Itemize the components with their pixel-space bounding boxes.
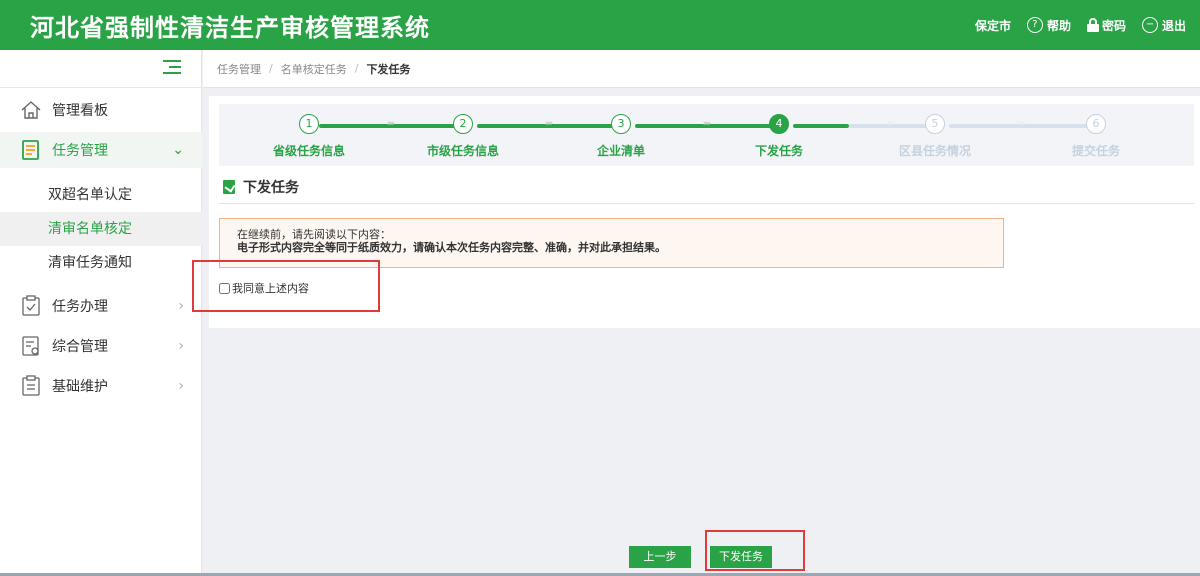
notice-statement: 电子形式内容完全等同于纸质效力，请确认本次任务内容完整、准确，并对此承担结果。: [237, 241, 666, 254]
submenu-item-dual-exceed[interactable]: 双超名单认定: [0, 178, 202, 212]
breadcrumb: 任务管理 / 名单核定任务 / 下发任务: [203, 50, 1200, 88]
step-1: 1 省级任务信息: [249, 114, 369, 159]
step-label: 提交任务: [1071, 144, 1120, 158]
document-settings-icon: [20, 335, 42, 357]
prev-step-button[interactable]: 上一步: [629, 546, 691, 568]
chevron-right-icon: ›: [178, 378, 184, 394]
step-number: 3: [611, 114, 631, 134]
password-label: 密码: [1101, 18, 1126, 33]
password-button[interactable]: 密码: [1086, 17, 1126, 34]
step-label: 区县任务情况: [898, 144, 971, 158]
step-label: 省级任务信息: [272, 144, 345, 158]
step-number: 4: [769, 114, 789, 134]
sidebar-item-label: 管理看板: [52, 103, 108, 119]
home-icon: [20, 99, 42, 121]
step-progress: ›››› ›››› ›››› ›››› ›››› 1 省级任务信息 2 市级任务…: [219, 104, 1194, 166]
sidebar-item-label: 任务办理: [52, 299, 108, 315]
header-actions: 保定市 ? 帮助 密码 − 退出: [975, 17, 1200, 34]
step-6: 6 提交任务: [1036, 114, 1156, 159]
breadcrumb-separator: /: [354, 62, 359, 75]
chevron-down-icon: ⌄: [172, 142, 184, 158]
sidebar-item-label: 基础维护: [52, 379, 108, 395]
collapse-menu-icon[interactable]: [163, 60, 181, 76]
step-label: 市级任务信息: [426, 144, 499, 158]
step-number: 5: [925, 114, 945, 134]
step-number: 6: [1086, 114, 1106, 134]
section-header: 下发任务: [219, 170, 1194, 204]
question-icon: ?: [1026, 17, 1043, 33]
notice-intro: 在继续前，请先阅读以下内容：: [237, 228, 391, 241]
sidebar-item-label: 综合管理: [52, 339, 108, 355]
step-2: 2 市级任务信息: [403, 114, 523, 159]
step-3: 3 企业清单: [561, 114, 681, 159]
help-button[interactable]: ? 帮助: [1026, 17, 1071, 34]
step-5: 5 区县任务情况: [875, 114, 995, 159]
breadcrumb-item[interactable]: 任务管理: [217, 61, 261, 77]
sidebar-top: [0, 50, 201, 88]
help-label: 帮助: [1046, 18, 1071, 33]
app-header: 河北省强制性清洁生产审核管理系统 保定市 ? 帮助 密码 − 退出: [0, 0, 1200, 50]
sidebar-item-basic-maintenance[interactable]: 基础维护 ›: [0, 368, 202, 404]
breadcrumb-current: 下发任务: [366, 62, 411, 76]
sidebar: 管理看板 任务管理 ⌄ 双超名单认定 清审名单核定 清审任务通知 任务办理 › …: [0, 50, 202, 576]
logout-icon: −: [1141, 17, 1158, 33]
logout-button[interactable]: − 退出: [1141, 17, 1186, 34]
submenu-item-task-notice[interactable]: 清审任务通知: [0, 246, 202, 280]
clipboard-icon: [20, 375, 42, 397]
chevron-right-icon: ›: [178, 338, 184, 354]
highlight-box-agree: [192, 260, 380, 312]
chevron-right-icon: ›: [178, 298, 184, 314]
breadcrumb-separator: /: [269, 62, 273, 75]
section-title: 下发任务: [243, 179, 299, 196]
step-label: 下发任务: [754, 144, 803, 158]
step-number: 2: [453, 114, 473, 134]
sidebar-item-general-management[interactable]: 综合管理 ›: [0, 328, 202, 364]
sidebar-item-task-management[interactable]: 任务管理 ⌄: [0, 132, 202, 168]
lock-icon: [1086, 18, 1099, 32]
sidebar-item-task-handling[interactable]: 任务办理 ›: [0, 288, 202, 324]
sidebar-item-dashboard[interactable]: 管理看板: [0, 92, 202, 128]
task-list-icon: [20, 139, 42, 161]
step-number: 1: [299, 114, 319, 134]
city-label[interactable]: 保定市: [975, 17, 1011, 34]
app-title: 河北省强制性清洁生产审核管理系统: [30, 13, 430, 42]
step-4: 4 下发任务: [719, 114, 839, 159]
breadcrumb-item[interactable]: 名单核定任务: [281, 61, 347, 77]
clipboard-check-icon: [20, 295, 42, 317]
logout-label: 退出: [1161, 18, 1186, 33]
sidebar-item-label: 任务管理: [52, 143, 108, 159]
highlight-box-submit: [705, 530, 805, 571]
edit-note-icon: [223, 179, 235, 194]
submenu-item-list-verify[interactable]: 清审名单核定: [0, 212, 202, 246]
step-label: 企业清单: [596, 144, 645, 158]
